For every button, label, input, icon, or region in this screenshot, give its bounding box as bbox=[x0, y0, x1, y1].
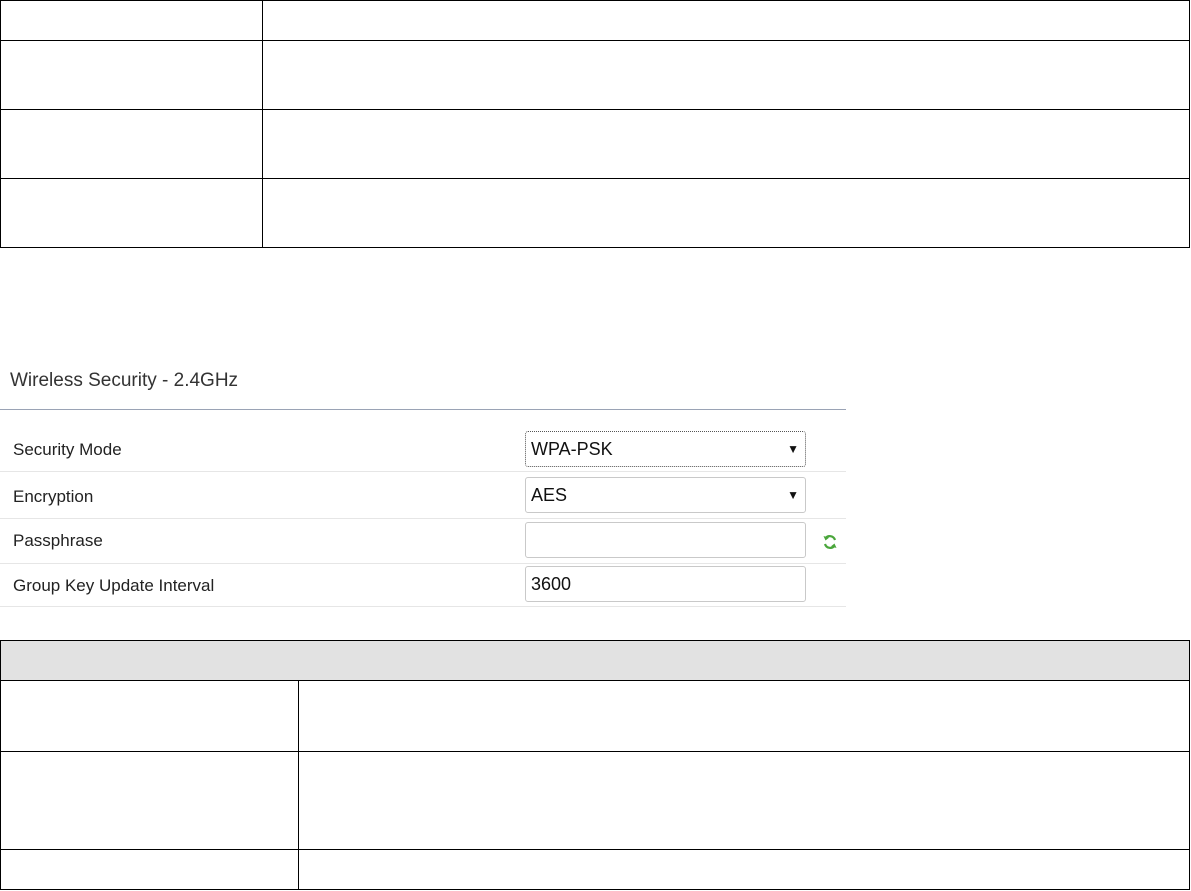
refresh-icon[interactable] bbox=[822, 534, 838, 550]
panel-title: Wireless Security - 2.4GHz bbox=[10, 370, 239, 391]
group-key-interval-row: Group Key Update Interval 3600 bbox=[0, 563, 846, 607]
encryption-select[interactable]: AES ▼ bbox=[525, 477, 806, 513]
security-mode-select[interactable]: WPA-PSK ▼ bbox=[525, 431, 806, 467]
security-mode-label: Security Mode bbox=[13, 440, 122, 459]
passphrase-row: Passphrase bbox=[0, 520, 846, 564]
group-key-interval-input[interactable]: 3600 bbox=[525, 566, 806, 602]
table-row bbox=[1, 109, 1189, 110]
table-header bbox=[1, 641, 1189, 681]
table-row bbox=[1, 849, 1189, 850]
group-key-interval-value: 3600 bbox=[531, 574, 572, 594]
encryption-value: AES bbox=[531, 485, 568, 505]
title-divider bbox=[0, 409, 846, 410]
bottom-description-table bbox=[0, 640, 1190, 890]
security-mode-value: WPA-PSK bbox=[531, 439, 613, 459]
page: Wireless Security - 2.4GHz Security Mode… bbox=[0, 0, 1191, 891]
passphrase-label: Passphrase bbox=[13, 531, 103, 550]
encryption-label: Encryption bbox=[13, 487, 94, 506]
column-divider bbox=[298, 681, 299, 889]
table-row bbox=[1, 40, 1189, 41]
column-divider bbox=[262, 1, 263, 247]
encryption-row: Encryption AES ▼ bbox=[0, 475, 846, 519]
table-row bbox=[1, 178, 1189, 179]
passphrase-input[interactable] bbox=[525, 522, 806, 558]
group-key-interval-label: Group Key Update Interval bbox=[13, 576, 215, 595]
table-row bbox=[1, 751, 1189, 752]
top-description-table bbox=[0, 0, 1190, 248]
security-mode-row: Security Mode WPA-PSK ▼ bbox=[0, 428, 846, 472]
chevron-down-icon: ▼ bbox=[787, 442, 799, 456]
chevron-down-icon: ▼ bbox=[787, 488, 799, 502]
